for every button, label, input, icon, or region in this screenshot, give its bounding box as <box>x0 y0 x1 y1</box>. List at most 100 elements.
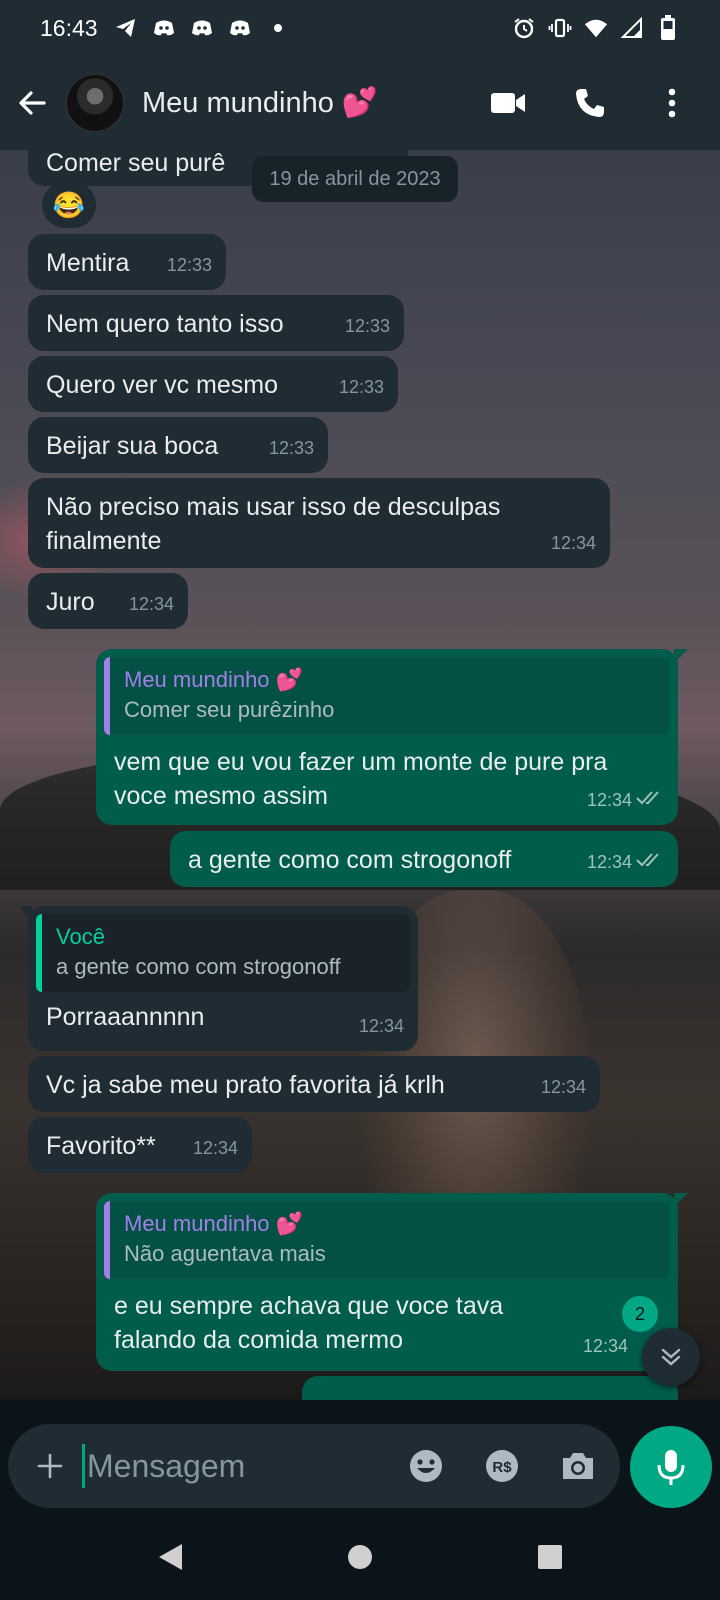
message-text: Comer seu purê <box>46 150 226 177</box>
quote-author: Meu mundinho 💕 <box>124 1211 304 1236</box>
message-text: Juro <box>46 588 95 616</box>
message-time: 12:34 <box>550 533 596 553</box>
video-call-button[interactable] <box>490 85 526 121</box>
discord-icon <box>152 16 176 40</box>
message-bubble-incoming[interactable]: Quero ver vc mesmo 12:33 <box>28 356 398 412</box>
message-text: a gente como com strogonoff <box>188 846 512 874</box>
message-time: 12:34 <box>586 790 632 810</box>
message-bubble-incoming[interactable]: Beijar sua boca 12:33 <box>28 417 328 473</box>
video-call-icon <box>491 93 525 113</box>
emoji-button[interactable] <box>406 1446 446 1486</box>
emoji-icon <box>410 1450 442 1482</box>
message-bubble-incoming[interactable]: Você a gente como com strogonoff Porraaa… <box>18 906 418 1051</box>
message-text: e eu sempre achava que voce tava falando… <box>114 1292 504 1354</box>
discord-icon <box>228 16 252 40</box>
payment-button[interactable]: R$ <box>482 1446 522 1486</box>
voice-call-button[interactable] <box>572 85 608 121</box>
voice-call-icon <box>576 89 604 117</box>
unread-count: 2 <box>634 1303 645 1324</box>
nav-recents-button[interactable] <box>530 1537 570 1577</box>
vibrate-icon <box>548 16 572 40</box>
message-text: Vc ja sabe meu prato favorita já krlh <box>46 1071 445 1099</box>
signal-icon <box>620 16 644 40</box>
message-text: Porraaannnnn <box>46 1003 205 1031</box>
message-list[interactable]: Comer seu purê 19 de abril de 2023 😂 Men… <box>0 150 720 1400</box>
message-text: Favorito** <box>46 1132 156 1160</box>
quoted-message[interactable]: Meu mundinho 💕 Comer seu purêzinho <box>104 657 670 735</box>
wifi-icon <box>584 16 608 40</box>
message-time: 12:34 <box>128 594 174 614</box>
nav-home-button[interactable] <box>340 1537 380 1577</box>
date-label: 19 de abril de 2023 <box>269 167 441 190</box>
payment-icon: R$ <box>486 1450 518 1482</box>
unread-count-badge: 2 <box>622 1296 658 1332</box>
message-time: 12:34 <box>358 1016 404 1036</box>
double-check-icon <box>636 782 664 816</box>
message-bubble-incoming[interactable]: Nem quero tanto isso 12:33 <box>28 295 404 351</box>
quote-text: Comer seu purêzinho <box>124 697 335 722</box>
message-bubble-incoming[interactable]: Não preciso mais usar isso de desculpas … <box>28 478 610 568</box>
more-options-button[interactable] <box>654 85 690 121</box>
message-time: 12:33 <box>268 438 314 458</box>
mic-icon <box>657 1450 685 1485</box>
notification-icons <box>114 16 290 40</box>
message-bubble-outgoing[interactable]: Meu mundinho 💕 Comer seu purêzinho vem q… <box>96 649 688 825</box>
quote-author: Você <box>56 924 105 949</box>
message-time: 12:33 <box>344 316 390 336</box>
system-icons <box>512 15 680 40</box>
message-composer: Mensagem R$ <box>8 1424 620 1508</box>
message-bubble-outgoing-partial[interactable] <box>302 1376 678 1400</box>
nav-back-button[interactable] <box>150 1537 190 1577</box>
message-text: vem que eu vou fazer um monte de pure pr… <box>114 748 608 810</box>
date-chip: 19 de abril de 2023 <box>252 156 458 202</box>
quoted-message[interactable]: Meu mundinho 💕 Não aguentava mais <box>104 1201 670 1279</box>
dot-icon <box>266 16 290 40</box>
back-button[interactable] <box>16 87 48 119</box>
message-time: 12:34 <box>540 1077 586 1097</box>
avatar[interactable] <box>66 74 124 132</box>
alarm-icon <box>512 16 536 40</box>
composer-actions: R$ <box>406 1446 598 1486</box>
camera-button[interactable] <box>558 1446 598 1486</box>
laughing-emoji-icon: 😂 <box>52 189 86 220</box>
message-text: Mentira <box>46 249 130 277</box>
message-input[interactable]: Mensagem <box>82 1444 368 1488</box>
circle-home-icon <box>348 1545 372 1569</box>
message-time: 12:34 <box>582 1336 628 1356</box>
chat-header: Meu mundinho 💕 <box>0 56 720 150</box>
double-chevron-down-icon <box>661 1348 681 1366</box>
message-time: 12:34 <box>192 1138 238 1158</box>
quoted-message[interactable]: Você a gente como com strogonoff <box>36 914 410 992</box>
double-check-icon <box>636 844 664 878</box>
message-bubble-outgoing[interactable]: Meu mundinho 💕 Não aguentava mais e eu s… <box>96 1193 688 1371</box>
reaction-chip[interactable]: 😂 <box>42 182 96 228</box>
message-placeholder: Mensagem <box>87 1447 246 1484</box>
message-time: 12:33 <box>338 377 384 397</box>
message-bubble-outgoing[interactable]: a gente como com strogonoff 12:34 <box>170 831 678 887</box>
discord-icon <box>190 16 214 40</box>
attach-button[interactable] <box>30 1446 70 1486</box>
triangle-back-icon <box>159 1544 182 1570</box>
system-navigation-bar <box>0 1514 720 1600</box>
svg-text:R$: R$ <box>492 1459 512 1476</box>
message-bubble-incoming[interactable]: Vc ja sabe meu prato favorita já krlh 12… <box>28 1056 600 1112</box>
back-arrow-icon <box>19 91 46 115</box>
scroll-to-bottom-button[interactable] <box>642 1328 700 1386</box>
telegram-icon <box>114 16 138 40</box>
message-text: Quero ver vc mesmo <box>46 371 279 399</box>
message-bubble-incoming[interactable]: Mentira 12:33 <box>28 234 226 290</box>
status-bar: 16:43 <box>0 0 720 56</box>
contact-name[interactable]: Meu mundinho 💕 <box>142 86 378 120</box>
header-actions <box>490 85 704 121</box>
message-time: 12:34 <box>586 852 632 872</box>
battery-icon <box>656 15 680 40</box>
quote-text: a gente como com strogonoff <box>56 954 341 979</box>
more-options-icon <box>668 88 676 118</box>
message-bubble-incoming[interactable]: Juro 12:34 <box>28 573 188 629</box>
square-recents-icon <box>538 1545 562 1569</box>
message-text: Beijar sua boca <box>46 432 219 460</box>
message-bubble-incoming[interactable]: Favorito** 12:34 <box>28 1117 252 1173</box>
add-icon <box>37 1453 63 1479</box>
camera-icon <box>563 1453 593 1479</box>
voice-message-button[interactable] <box>630 1426 712 1508</box>
